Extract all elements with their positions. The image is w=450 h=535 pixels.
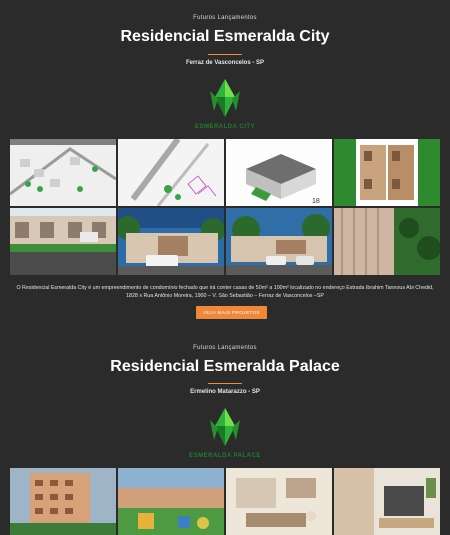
project-description: O Residencial Esmeralda City é um empree…	[16, 285, 434, 299]
image-gallery: 18	[10, 139, 440, 275]
gallery-tile[interactable]	[118, 208, 224, 275]
emerald-gem-icon	[210, 79, 240, 117]
gallery-tile[interactable]	[334, 208, 440, 275]
logo-text: ESMERALDA PALACE	[189, 453, 261, 459]
gallery-tile[interactable]	[118, 139, 224, 206]
image-gallery	[10, 468, 440, 535]
gallery-tile[interactable]	[226, 468, 332, 535]
gallery-tile[interactable]	[226, 208, 332, 275]
project-section-palace: Futuros Lançamentos Residencial Esmerald…	[0, 340, 450, 535]
project-section-city: Futuros Lançamentos Residencial Esmerald…	[0, 0, 450, 340]
view-more-projects-button[interactable]: VEJA MAIS PROJETOS	[196, 306, 267, 319]
logo-text: ESMERALDA CITY	[194, 124, 256, 130]
title-divider	[208, 54, 242, 55]
gallery-tile[interactable]	[118, 468, 224, 535]
project-logo: ESMERALDA CITY	[180, 77, 270, 133]
gallery-tile[interactable]	[10, 208, 116, 275]
project-title: Residencial Esmeralda City	[120, 28, 330, 45]
svg-text:18: 18	[312, 198, 320, 205]
gallery-tile[interactable]: 18	[226, 139, 332, 206]
section-kicker: Futuros Lançamentos	[193, 15, 257, 21]
project-location: Ermelino Matarazzo - SP	[190, 389, 260, 395]
gallery-tile[interactable]	[10, 139, 116, 206]
gallery-tile[interactable]	[334, 468, 440, 535]
project-location: Ferraz de Vasconcelos - SP	[185, 60, 265, 66]
title-divider	[208, 383, 242, 384]
project-logo: ESMERALDA PALACE	[180, 406, 270, 462]
section-kicker: Futuros Lançamentos	[193, 345, 257, 351]
project-title: Residencial Esmeralda Palace	[110, 358, 340, 375]
gallery-tile[interactable]	[10, 468, 116, 535]
gallery-tile[interactable]	[334, 139, 440, 206]
emerald-gem-icon	[210, 408, 240, 446]
